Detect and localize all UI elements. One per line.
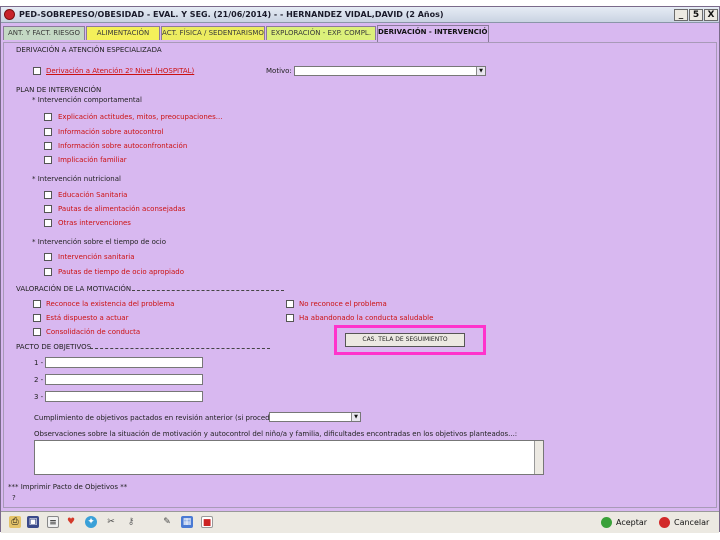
motivacion-right-checkbox-2[interactable] <box>286 314 294 322</box>
ruler-icon[interactable]: ✎ <box>161 516 173 528</box>
flag-icon[interactable]: ■ <box>201 516 213 528</box>
comportamental-checkbox-3[interactable] <box>44 142 52 150</box>
motivo-select[interactable]: ▼ <box>294 66 486 76</box>
nutricional-checkbox-2[interactable] <box>44 205 52 213</box>
comportamental-label-2: Información sobre autocontrol <box>58 128 164 136</box>
imprimir-pacto-hint: ? <box>12 494 16 502</box>
motivacion-left-label-2: Está dispuesto a actuar <box>46 314 129 322</box>
objetivo-label-1: 1 - <box>34 359 44 367</box>
bottom-toolbar: ⎙ ▣ ≡ ♥ ✦ ✂ ⚷ ✎ ▦ ■ Aceptar Cancelar <box>1 511 719 533</box>
minimize-button[interactable]: _ <box>674 9 688 21</box>
seguimiento-highlight <box>334 325 486 355</box>
check-icon <box>601 517 612 528</box>
ocio-title: * Intervención sobre el tiempo de ocio <box>32 238 166 246</box>
objetivo-label-2: 2 - <box>34 376 44 384</box>
nutricional-checkbox-3[interactable] <box>44 219 52 227</box>
nutricional-checkbox-1[interactable] <box>44 191 52 199</box>
cancel-label: Cancelar <box>674 518 710 527</box>
comportamental-label-1: Explicación actitudes, mitos, preocupaci… <box>58 113 223 121</box>
calendar-icon[interactable]: ▦ <box>181 516 193 528</box>
motivacion-right-label-2: Ha abandonado la conducta saludable <box>299 314 434 322</box>
objetivo-label-3: 3 - <box>34 393 44 401</box>
motivacion-left-checkbox-2[interactable] <box>33 314 41 322</box>
chevron-down-icon: ▼ <box>476 67 485 75</box>
tab-antecedentes[interactable]: ANT. Y FACT. RIESGO <box>3 26 85 40</box>
tab-exploracion[interactable]: EXPLORACIÓN - EXP. COMPL. <box>266 26 376 40</box>
pacto-header: PACTO DE OBJETIVOS <box>16 343 92 351</box>
window-title: PED-SOBREPESO/OBESIDAD - EVAL. Y SEG. (2… <box>19 10 444 19</box>
observaciones-textarea[interactable] <box>34 440 544 475</box>
accept-label: Aceptar <box>616 518 648 527</box>
comportamental-title: * Intervención comportamental <box>32 96 142 104</box>
network-icon[interactable]: ✦ <box>85 516 97 528</box>
cancel-button[interactable]: Cancelar <box>659 516 709 530</box>
motivacion-right-label-1: No reconoce el problema <box>299 300 387 308</box>
save-icon[interactable]: ▣ <box>27 516 39 528</box>
ocio-checkbox-2[interactable] <box>44 268 52 276</box>
chevron-down-icon: ▼ <box>351 413 360 421</box>
close-button[interactable]: X <box>704 9 718 21</box>
comportamental-checkbox-4[interactable] <box>44 156 52 164</box>
comportamental-checkbox-1[interactable] <box>44 113 52 121</box>
ocio-label-1: Intervención sanitaria <box>58 253 135 261</box>
observaciones-scrollbar[interactable] <box>534 441 543 474</box>
derivacion-checkbox[interactable] <box>33 67 41 75</box>
plan-header: PLAN DE INTERVENCIÓN <box>16 86 102 94</box>
comportamental-checkbox-2[interactable] <box>44 128 52 136</box>
motivacion-header: VALORACIÓN DE LA MOTIVACIÓN <box>16 285 132 293</box>
accept-button[interactable]: Aceptar <box>601 516 647 530</box>
derivacion-header: DERIVACIÓN A ATENCIÓN ESPECIALIZADA <box>16 46 162 54</box>
motivacion-divider <box>132 290 284 291</box>
ocio-label-2: Pautas de tiempo de ocio apropiado <box>58 268 184 276</box>
nutricional-label-1: Educación Sanitaria <box>58 191 128 199</box>
comportamental-label-3: Información sobre autoconfrontación <box>58 142 188 150</box>
nutricional-label-3: Otras intervenciones <box>58 219 131 227</box>
motivacion-left-label-3: Consolidación de conducta <box>46 328 141 336</box>
tab-alimentacion[interactable]: ALIMENTACIÓN <box>86 26 160 40</box>
document-icon[interactable]: ≡ <box>47 516 59 528</box>
observaciones-label: Observaciones sobre la situación de moti… <box>34 430 518 438</box>
ocio-checkbox-1[interactable] <box>44 253 52 261</box>
motivacion-right-checkbox-1[interactable] <box>286 300 294 308</box>
derivacion-option-label: Derivación a Atención 2º Nivel (HOSPITAL… <box>46 67 195 75</box>
title-bar: PED-SOBREPESO/OBESIDAD - EVAL. Y SEG. (2… <box>1 7 719 23</box>
cancel-icon <box>659 517 670 528</box>
tab-actividad-fisica[interactable]: ACT. FÍSICA / SEDENTARISMO <box>161 26 265 40</box>
nutricional-title: * Intervención nutricional <box>32 175 121 183</box>
heart-icon[interactable]: ♥ <box>65 516 77 528</box>
tools-icon[interactable]: ✂ <box>105 516 117 528</box>
app-window: PED-SOBREPESO/OBESIDAD - EVAL. Y SEG. (2… <box>0 6 720 533</box>
objetivo-input-3[interactable] <box>45 391 203 402</box>
printer-icon[interactable]: ⎙ <box>9 516 21 528</box>
cumplimiento-select[interactable]: ▼ <box>269 412 361 422</box>
nutricional-label-2: Pautas de alimentación aconsejadas <box>58 205 186 213</box>
tab-derivacion[interactable]: DERIVACIÓN - INTERVENCIÓN <box>377 25 489 42</box>
cumplimiento-label: Cumplimiento de objetivos pactados en re… <box>34 414 277 422</box>
imprimir-pacto-label: *** Imprimir Pacto de Objetivos ** <box>8 483 128 491</box>
key-icon[interactable]: ⚷ <box>125 516 137 528</box>
objetivo-input-1[interactable] <box>45 357 203 368</box>
objetivo-input-2[interactable] <box>45 374 203 385</box>
motivacion-left-checkbox-1[interactable] <box>33 300 41 308</box>
app-icon <box>4 9 15 20</box>
motivacion-left-label-1: Reconoce la existencia del problema <box>46 300 175 308</box>
motivo-label: Motivo: <box>266 67 292 75</box>
pacto-divider <box>90 348 270 349</box>
maximize-button[interactable]: 5 <box>689 9 703 21</box>
comportamental-label-4: Implicación familiar <box>58 156 127 164</box>
motivacion-left-checkbox-3[interactable] <box>33 328 41 336</box>
tab-panel: DERIVACIÓN A ATENCIÓN ESPECIALIZADA Deri… <box>3 42 717 508</box>
